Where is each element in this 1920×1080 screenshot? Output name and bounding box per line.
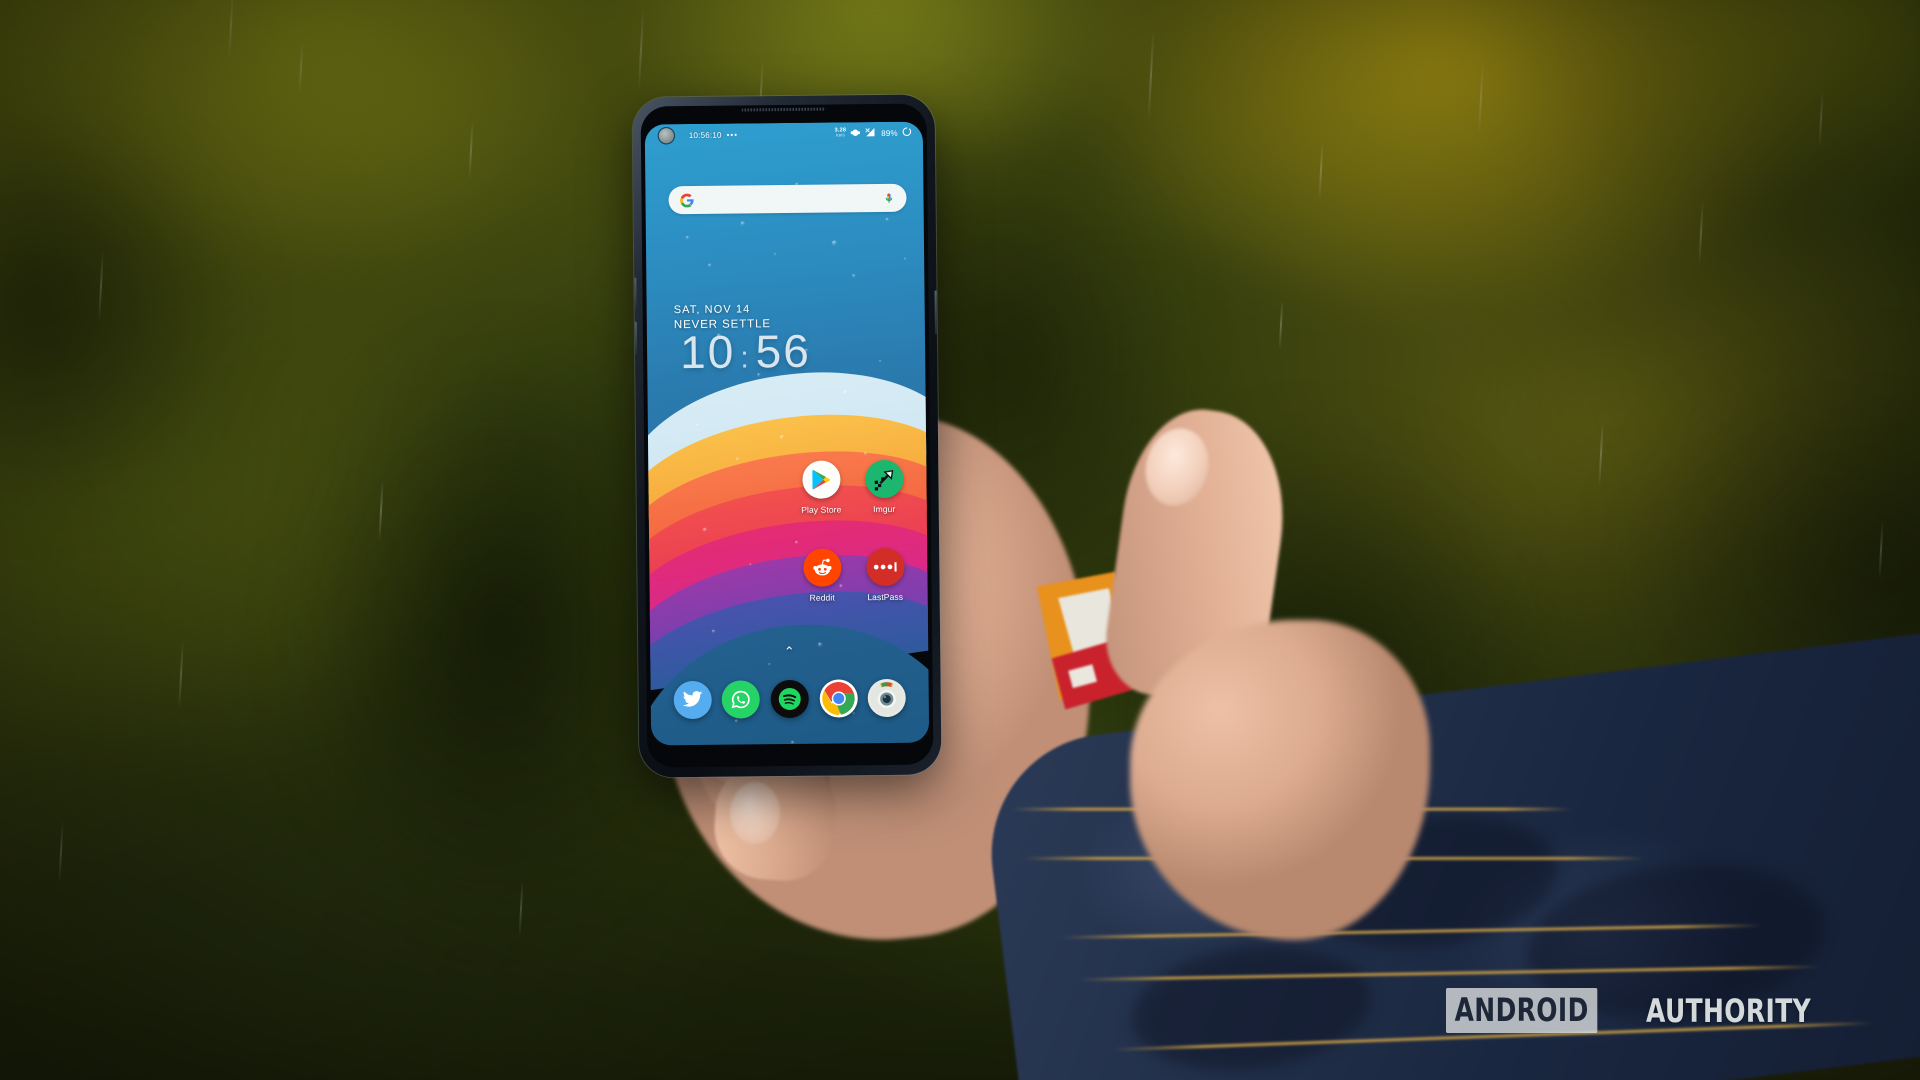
photo-scene: 10:56:10 ••• 3.28 KB/S 89% SAT, NOV 14 N… [0,0,1920,1080]
clock-widget[interactable]: SAT, NOV 14 NEVER SETTLE 10 : 56 [673,303,812,379]
watermark-brand-box: ANDROID [1446,988,1598,1033]
data-speed-unit: KB/S [835,133,845,138]
play-store-icon [801,460,841,499]
phone-bezel: 10:56:10 ••• 3.28 KB/S 89% SAT, NOV 14 N… [640,103,934,768]
app-label: Reddit [809,592,835,603]
app-label: Play Store [801,504,842,515]
clock-separator: : [740,341,751,375]
lastpass-icon [865,547,905,587]
data-speed-indicator: 3.28 KB/S [835,128,847,138]
notification-dots-icon: ••• [726,129,739,140]
spotify-icon[interactable] [770,679,809,719]
clock-minutes: 56 [755,324,812,378]
earpiece-speaker [741,107,826,112]
twitter-icon[interactable] [673,680,712,720]
google-search-bar[interactable] [668,183,907,215]
app-label: LastPass [867,591,904,603]
widget-clock: 10 : 56 [679,324,812,379]
widget-date: SAT, NOV 14 [673,303,751,317]
status-bar: 10:56:10 ••• 3.28 KB/S 89% [645,122,923,147]
alert-slider[interactable] [633,321,638,356]
reddit-icon [802,548,842,587]
volume-button[interactable] [633,277,637,312]
chrome-icon[interactable] [819,679,858,718]
android-authority-watermark: ANDROID AUTHORITY [1446,988,1858,1033]
dock [651,678,929,720]
signal-bars-icon [865,127,877,140]
clock-hours: 10 [679,325,736,379]
network-icon [850,127,861,140]
google-g-icon [679,192,694,207]
app-drawer-chevron-icon[interactable]: ⌃ [784,644,795,659]
microphone-icon[interactable] [882,190,895,205]
watermark-brand-text: AUTHORITY [1645,991,1811,1030]
app-reddit[interactable]: Reddit [793,548,851,603]
battery-percent-label: 89% [881,128,898,138]
status-bar-clock: 10:56:10 [688,130,722,140]
whatsapp-icon[interactable] [721,680,761,719]
camera-icon[interactable] [867,678,907,718]
front-camera-hole-punch [658,128,674,144]
app-play-store[interactable]: Play Store [792,460,850,515]
app-lastpass[interactable]: LastPass [856,547,914,603]
app-icon-grid: Play Store Imgur Reddit LastPass [792,459,914,603]
status-bar-indicators: 3.28 KB/S 89% [835,126,912,140]
app-imgur[interactable]: Imgur [855,459,913,515]
smartphone-device: 10:56:10 ••• 3.28 KB/S 89% SAT, NOV 14 N… [632,94,942,778]
imgur-icon [864,459,904,499]
phone-screen[interactable]: 10:56:10 ••• 3.28 KB/S 89% SAT, NOV 14 N… [644,121,930,746]
app-label: Imgur [873,503,896,515]
battery-circle-icon [902,127,912,139]
